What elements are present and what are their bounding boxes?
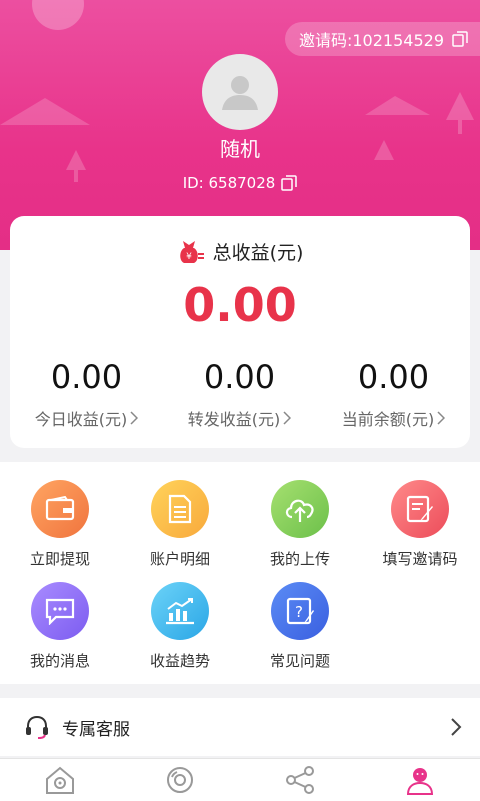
menu-label: 我的消息 bbox=[29, 652, 90, 670]
default-user-icon bbox=[222, 76, 258, 110]
edit-form-icon bbox=[391, 480, 449, 538]
chevron-right-icon bbox=[130, 411, 139, 425]
function-grid: 立即提现 账户明细 我的上传 填写邀请码 我的消息 收益趋势 ? 常见问题 bbox=[0, 462, 480, 684]
chevron-right-icon bbox=[437, 411, 446, 425]
chevron-right-icon bbox=[451, 718, 462, 736]
stat-value: 0.00 bbox=[357, 358, 430, 396]
invite-code-pill[interactable]: 邀请码:102154529 bbox=[284, 22, 480, 56]
menu-label: 常见问题 bbox=[269, 652, 330, 670]
profile-icon bbox=[406, 768, 434, 795]
tab-discover[interactable] bbox=[120, 759, 240, 801]
total-earnings-value: 0.00 bbox=[183, 278, 297, 332]
stat-label: 今日收益(元) bbox=[34, 410, 128, 429]
menu-earnings-trend[interactable]: 收益趋势 bbox=[120, 582, 240, 671]
tab-share[interactable] bbox=[240, 759, 360, 801]
customer-service-row[interactable]: 专属客服 bbox=[0, 698, 480, 756]
menu-label: 账户明细 bbox=[149, 550, 210, 568]
question-icon: ? bbox=[271, 582, 329, 640]
menu-account-details[interactable]: 账户明细 bbox=[120, 480, 240, 569]
menu-withdraw[interactable]: 立即提现 bbox=[0, 480, 120, 569]
headset-icon bbox=[26, 715, 48, 739]
stat-label: 转发收益(元) bbox=[187, 410, 281, 429]
customer-service-label: 专属客服 bbox=[62, 719, 130, 740]
menu-my-messages[interactable]: 我的消息 bbox=[0, 582, 120, 671]
menu-label: 立即提现 bbox=[29, 550, 90, 568]
menu-enter-invite-code[interactable]: 填写邀请码 bbox=[360, 480, 480, 569]
nickname: 随机 bbox=[220, 137, 260, 161]
chevron-right-icon bbox=[283, 411, 292, 425]
trend-chart-icon bbox=[151, 582, 209, 640]
copy-icon[interactable] bbox=[281, 175, 298, 191]
svg-text:?: ? bbox=[295, 603, 303, 621]
menu-my-uploads[interactable]: 我的上传 bbox=[240, 480, 360, 569]
document-icon bbox=[151, 480, 209, 538]
stat-label-row: 今日收益(元) bbox=[10, 406, 163, 430]
stat-value: 0.00 bbox=[50, 358, 123, 396]
user-id-text: ID: 6587028 bbox=[182, 174, 276, 192]
avatar[interactable] bbox=[202, 54, 278, 130]
stat-forward[interactable]: 0.00 转发收益(元) bbox=[163, 358, 316, 430]
money-bag-icon: ¥ bbox=[179, 240, 204, 263]
total-earnings-label: 总收益(元) bbox=[212, 242, 304, 264]
stat-label: 当前余额(元) bbox=[341, 410, 435, 429]
cloud-upload-icon bbox=[271, 480, 329, 538]
share-icon bbox=[286, 766, 314, 794]
stat-label-row: 转发收益(元) bbox=[163, 406, 316, 430]
tab-profile[interactable] bbox=[360, 759, 480, 801]
home-icon bbox=[46, 766, 74, 794]
disc-icon bbox=[167, 767, 193, 793]
user-id-row: ID: 6587028 bbox=[0, 174, 480, 192]
svg-text:¥: ¥ bbox=[186, 252, 192, 262]
stat-value: 0.00 bbox=[203, 358, 276, 396]
invite-code-text: 邀请码:102154529 bbox=[298, 31, 444, 50]
menu-label: 我的上传 bbox=[269, 550, 330, 568]
stat-today[interactable]: 0.00 今日收益(元) bbox=[10, 358, 163, 430]
tab-home[interactable] bbox=[0, 759, 120, 801]
menu-label: 填写邀请码 bbox=[382, 550, 458, 568]
earnings-card: ¥ 总收益(元) 0.00 0.00 今日收益(元) 0.00 转发收益(元) … bbox=[10, 216, 470, 448]
menu-faq[interactable]: ? 常见问题 bbox=[240, 582, 360, 671]
profile-header: 邀请码:102154529 随机 ID: 6587028 bbox=[0, 0, 480, 250]
message-icon bbox=[31, 582, 89, 640]
total-earnings-title: ¥ 总收益(元) bbox=[10, 238, 470, 265]
bottom-tab-bar bbox=[0, 758, 480, 801]
copy-icon[interactable] bbox=[452, 31, 468, 47]
menu-label: 收益趋势 bbox=[149, 652, 210, 670]
wallet-icon bbox=[31, 480, 89, 538]
stat-label-row: 当前余额(元) bbox=[317, 406, 470, 430]
stat-balance[interactable]: 0.00 当前余额(元) bbox=[317, 358, 470, 430]
